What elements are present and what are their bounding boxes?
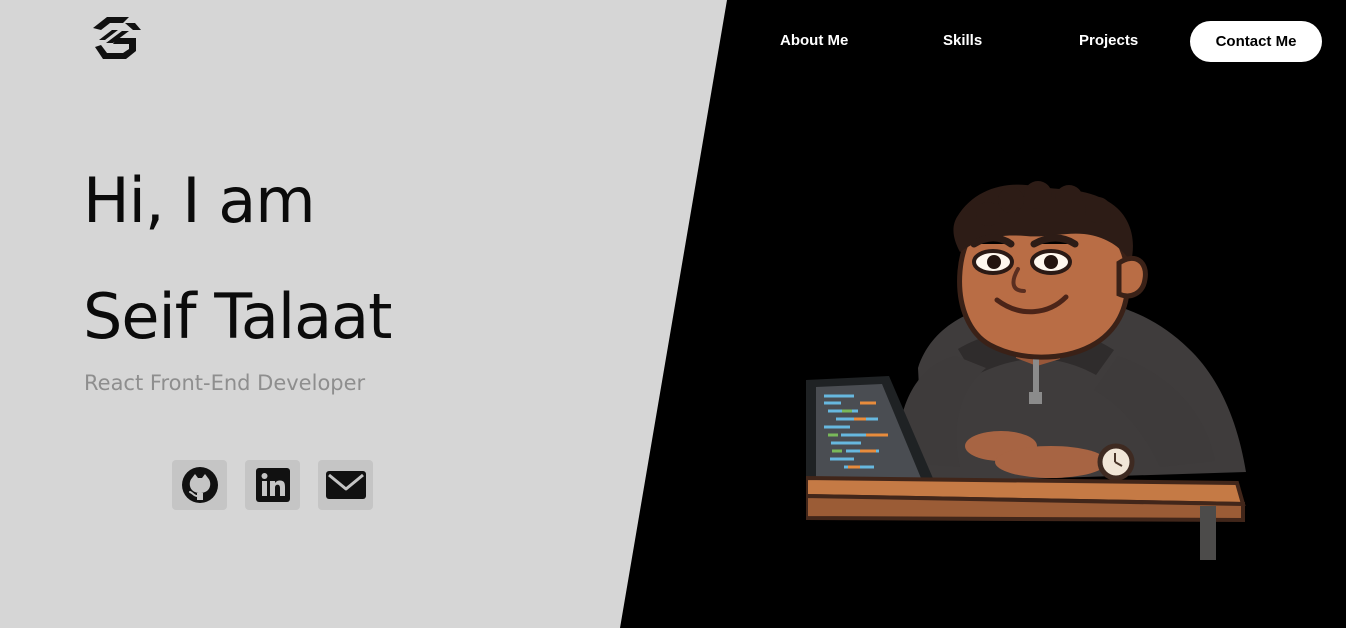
nav-about-me[interactable]: About Me [780,32,848,49]
hero-role: React Front-End Developer [84,371,366,395]
hero-greeting: Hi, I am [83,164,316,237]
github-icon [181,467,218,503]
social-links [172,460,373,510]
tg-monogram-logo-icon[interactable] [86,14,144,68]
developer-avatar-illustration [806,178,1252,560]
linkedin-link[interactable] [245,460,300,510]
nav-skills[interactable]: Skills [943,32,982,49]
hero-name: Seif Talaat [83,280,392,353]
contact-me-button[interactable]: Contact Me [1190,21,1322,62]
github-link[interactable] [172,460,227,510]
email-link[interactable] [318,460,373,510]
nav-projects[interactable]: Projects [1079,32,1138,49]
site-header: About Me Skills Projects Contact Me [0,0,1346,84]
email-icon [325,471,366,499]
portfolio-page: About Me Skills Projects Contact Me Hi, … [0,0,1346,628]
linkedin-icon [255,468,290,502]
